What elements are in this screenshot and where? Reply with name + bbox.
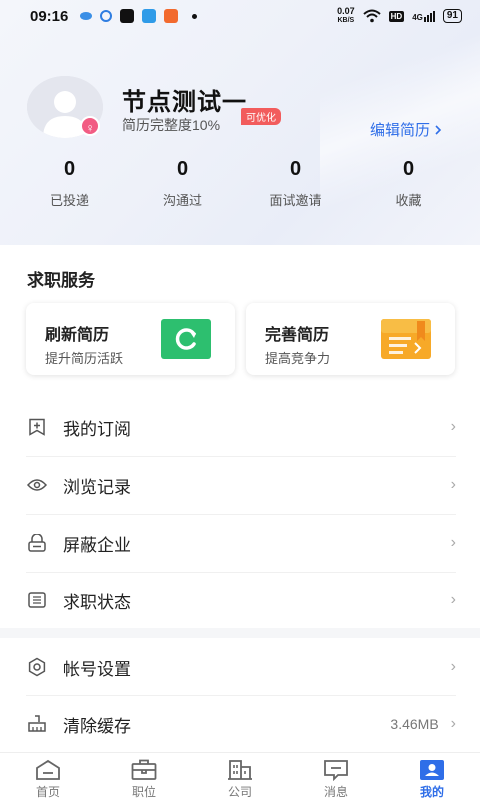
nav-label: 我的 xyxy=(419,785,444,799)
chevron-right-icon: › xyxy=(450,534,456,551)
status-indicators: 0.07 KB/S HD 4G 91 xyxy=(337,7,462,25)
nav-label: 职位 xyxy=(131,785,156,799)
net-speed-value: 0.07 xyxy=(337,6,355,16)
battery-indicator: 91 xyxy=(442,9,462,23)
chevron-right-icon: › xyxy=(450,418,456,435)
block-icon xyxy=(26,532,48,554)
menu-label: 求职状态 xyxy=(63,592,131,612)
edit-resume-label: 编辑简历 xyxy=(370,122,431,139)
female-gender-icon: ♀ xyxy=(80,116,100,136)
card-title: 完善简历 xyxy=(265,327,330,344)
card-title: 刷新简历 xyxy=(45,327,110,344)
stats-row: 0 已投递 0 沟通过 0 面试邀请 0 收藏 xyxy=(0,158,480,209)
job-services-title: 求职服务 xyxy=(27,271,95,290)
cache-size: 3.46MB xyxy=(390,716,439,732)
list-icon xyxy=(26,589,48,611)
document-icon xyxy=(381,319,431,359)
refresh-icon xyxy=(161,319,211,359)
nav-label: 消息 xyxy=(323,785,348,799)
chevron-right-icon: › xyxy=(450,591,456,608)
nav-home[interactable]: 首页 xyxy=(0,753,96,800)
app-notification-icon xyxy=(164,9,179,23)
chevron-right-icon: › xyxy=(450,476,456,493)
profile-icon xyxy=(420,760,444,780)
nav-profile[interactable]: 我的 xyxy=(384,753,480,800)
stat-value: 0 xyxy=(63,158,76,180)
stat-interview-invites[interactable]: 0 面试邀请 xyxy=(239,158,352,209)
complete-resume-card[interactable]: 完善简历 提高竞争力 xyxy=(246,303,455,375)
stat-value: 0 xyxy=(402,158,415,180)
bookmark-plus-icon xyxy=(26,416,48,438)
hd-icon: HD xyxy=(388,10,405,22)
menu-label: 清除缓存 xyxy=(63,716,131,736)
nav-jobs[interactable]: 职位 xyxy=(96,753,192,800)
menu-item-browsing-history[interactable]: 浏览记录 › xyxy=(26,456,456,514)
stat-value: 0 xyxy=(176,158,189,180)
profile-name: 节点测试一 xyxy=(122,89,247,116)
app-notification-icon xyxy=(100,10,113,22)
stat-label: 已投递 xyxy=(49,193,89,208)
status-time: 09:16 xyxy=(30,7,69,25)
edit-resume-link[interactable]: 编辑简历 xyxy=(370,119,442,140)
more-notifications-dot xyxy=(192,13,198,19)
menu-item-blocked-companies[interactable]: 屏蔽企业 › xyxy=(26,514,456,572)
app-notification-icon xyxy=(142,9,157,23)
tiktok-icon xyxy=(120,9,135,23)
net-speed: 0.07 KB/S xyxy=(337,7,355,25)
menu-label: 浏览记录 xyxy=(63,477,131,497)
briefcase-icon xyxy=(131,759,157,780)
stat-label: 收藏 xyxy=(395,193,422,208)
section-gap xyxy=(0,628,480,638)
notification-icons xyxy=(80,9,198,23)
message-icon xyxy=(324,760,348,781)
eye-icon xyxy=(26,474,48,496)
resume-completeness: 简历完整度10% xyxy=(122,117,221,133)
menu-item-account-settings[interactable]: 帐号设置 › xyxy=(26,638,456,696)
menu-item-subscriptions[interactable]: 我的订阅 › xyxy=(26,398,456,456)
chevron-right-icon: › xyxy=(450,715,456,732)
wifi-icon xyxy=(362,9,381,23)
broom-icon xyxy=(26,713,48,735)
menu-label: 帐号设置 xyxy=(63,659,131,679)
refresh-resume-card[interactable]: 刷新简历 提升简历活跃 xyxy=(26,303,235,375)
gear-icon xyxy=(26,656,48,678)
nav-label: 公司 xyxy=(227,785,252,799)
stat-value: 0 xyxy=(289,158,302,180)
signal-label: 4G xyxy=(412,12,423,22)
menu-label: 我的订阅 xyxy=(63,419,131,439)
chevron-right-icon: › xyxy=(450,658,456,675)
building-icon xyxy=(228,760,252,780)
app-notification-icon xyxy=(80,12,93,20)
card-subtitle: 提高竞争力 xyxy=(265,351,331,366)
bottom-nav: 首页 职位 公司 消息 我的 xyxy=(0,752,480,800)
menu-item-clear-cache[interactable]: 清除缓存 3.46MB › xyxy=(26,695,456,753)
menu-label: 屏蔽企业 xyxy=(63,535,131,555)
signal-icon: 4G xyxy=(412,10,435,22)
net-speed-unit: KB/S xyxy=(337,17,355,24)
chevron-right-icon xyxy=(435,124,442,135)
optimize-tag: 可优化 xyxy=(241,108,281,125)
status-bar: 09:16 0.07 KB/S HD 4G 91 xyxy=(0,0,480,32)
nav-label: 首页 xyxy=(35,785,60,799)
stat-favorites[interactable]: 0 收藏 xyxy=(352,158,465,209)
stat-communicated[interactable]: 0 沟通过 xyxy=(126,158,239,209)
stat-label: 面试邀请 xyxy=(269,193,322,208)
home-icon xyxy=(36,759,60,780)
card-subtitle: 提升简历活跃 xyxy=(45,351,124,366)
nav-company[interactable]: 公司 xyxy=(192,753,288,800)
menu-item-job-status[interactable]: 求职状态 › xyxy=(26,571,456,629)
stat-delivered[interactable]: 0 已投递 xyxy=(13,158,126,209)
stat-label: 沟通过 xyxy=(162,193,202,208)
nav-messages[interactable]: 消息 xyxy=(288,753,384,800)
